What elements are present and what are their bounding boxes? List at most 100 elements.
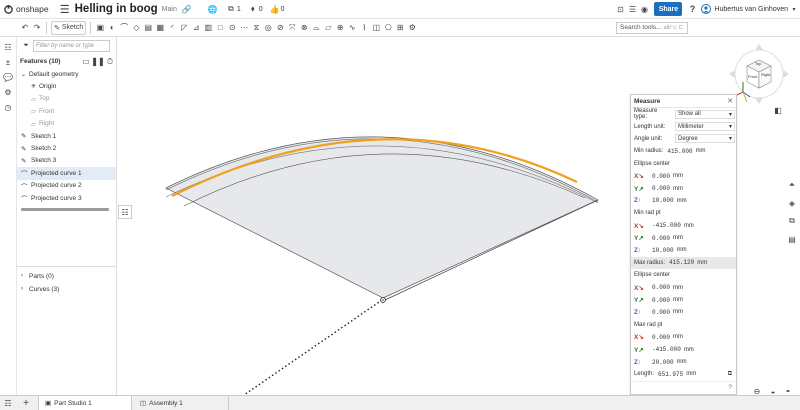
tab-assembly-1[interactable]: ◫ Assembly 1: [134, 396, 229, 410]
branch-label[interactable]: Main: [162, 6, 177, 13]
rotate-up-arrow-icon: [755, 44, 763, 50]
max-rad-pt-label: Max rad pt: [634, 321, 663, 328]
add-folder-icon[interactable]: ▭: [80, 56, 92, 68]
assistant-icon[interactable]: ⊡: [614, 3, 626, 15]
copy-icon[interactable]: ⧉: [728, 371, 732, 378]
bom-panel-icon[interactable]: ▤: [786, 233, 798, 245]
history-icon[interactable]: ◷: [2, 101, 14, 113]
max-radius-row[interactable]: Max radius: 415.120 mm: [631, 256, 736, 270]
globe-icon[interactable]: 🌐: [207, 3, 219, 15]
unit-label: mm: [673, 185, 684, 192]
shell-icon[interactable]: □: [215, 21, 225, 35]
feature-front-plane[interactable]: ▱ Front: [17, 105, 116, 117]
close-icon[interactable]: ✕: [727, 97, 733, 105]
curve-icon[interactable]: ⌇: [359, 21, 369, 35]
feature-projected-curve-1[interactable]: ⌒ Projected curve 1: [17, 167, 116, 180]
feature-top-plane[interactable]: ▱ Top: [17, 93, 116, 105]
likes-count: 0: [280, 5, 285, 13]
variables-icon[interactable]: ±: [2, 56, 14, 68]
comments-icon[interactable]: 💬: [2, 71, 14, 83]
feature-right-plane[interactable]: ▱ Right: [17, 118, 116, 130]
loft-icon[interactable]: ◇: [131, 21, 141, 35]
onshape-logo-icon: [4, 4, 13, 14]
chamfer-icon[interactable]: ◸: [179, 21, 189, 35]
help-icon[interactable]: ?: [686, 3, 698, 15]
custom-feature-icon[interactable]: ⚙: [407, 21, 417, 35]
user-menu-chevron-icon[interactable]: ▾: [788, 3, 800, 15]
unit-label: mm: [676, 247, 687, 254]
feature-projected-curve-3[interactable]: ⌒ Projected curve 3: [17, 192, 116, 204]
search-tools-input[interactable]: Search tools... alt/⌥ C: [616, 21, 688, 34]
parts-list[interactable]: › Parts (0): [17, 270, 117, 282]
tab-manager-icon[interactable]: ☶: [2, 397, 14, 409]
menu-icon[interactable]: ☰: [59, 3, 71, 16]
transform-icon[interactable]: ⤧: [287, 21, 297, 35]
onshape-logo[interactable]: onshape: [4, 4, 49, 14]
help-icon[interactable]: ?: [728, 384, 732, 391]
undo-icon[interactable]: ↶: [20, 21, 30, 35]
insert-tab-icon[interactable]: +: [20, 397, 32, 409]
draft-icon[interactable]: ⊿: [191, 21, 201, 35]
mate-connector-icon[interactable]: ⊕: [335, 21, 345, 35]
rollback-bar[interactable]: [21, 208, 109, 212]
length-unit-select[interactable]: Millimeter ▾: [675, 122, 735, 132]
mirror-icon[interactable]: ⧖: [251, 21, 261, 35]
plane-icon[interactable]: ▱: [323, 21, 333, 35]
curved-ramp-face[interactable]: [165, 136, 599, 299]
unit-label: mm: [673, 297, 684, 304]
user-avatar-icon[interactable]: [700, 3, 712, 15]
configurations-icon[interactable]: ⚙: [2, 86, 14, 98]
helix-icon[interactable]: ∿: [347, 21, 357, 35]
feature-origin[interactable]: ✳ Origin: [17, 80, 116, 92]
surface-icon[interactable]: ◫: [371, 21, 381, 35]
document-title[interactable]: Helling in boog: [75, 3, 158, 15]
sweep-icon[interactable]: ⌒: [119, 21, 129, 35]
tasks-icon[interactable]: ☰: [626, 3, 638, 15]
mass-properties-icon[interactable]: ⧉: [786, 215, 798, 227]
like-icon[interactable]: 👍: [269, 3, 281, 15]
boolean-icon[interactable]: ◎: [263, 21, 273, 35]
curves-list[interactable]: › Curves (3): [17, 283, 117, 295]
versions-icon[interactable]: ⧉: [225, 3, 237, 15]
share-button[interactable]: Share: [654, 2, 683, 16]
extrude-icon[interactable]: ▣: [95, 21, 105, 35]
feature-default-geometry[interactable]: ⌄ Default geometry: [17, 68, 116, 80]
feature-sketch-1[interactable]: ✎ Sketch 1: [17, 130, 116, 142]
fillet-icon[interactable]: ◜: [167, 21, 177, 35]
feature-sketch-3[interactable]: ✎ Sketch 3: [17, 155, 116, 167]
thicken-icon[interactable]: ▤: [143, 21, 153, 35]
hole-icon[interactable]: ⊙: [227, 21, 237, 35]
delete-part-icon[interactable]: ⊗: [299, 21, 309, 35]
sketch-button[interactable]: ✎ Sketch: [51, 20, 87, 35]
feature-label: Front: [39, 107, 55, 115]
app-store-icon[interactable]: ◉: [638, 3, 650, 15]
part-properties-icon[interactable]: ◈: [786, 197, 798, 209]
tab-bar: ☶ + ▣ Part Studio 1 ◫ Assembly 1: [0, 395, 800, 410]
tags-icon[interactable]: ⬧: [247, 3, 259, 15]
linear-pattern-icon[interactable]: ⋯: [239, 21, 249, 35]
revolve-icon[interactable]: ◐: [107, 21, 117, 35]
feature-sketch-2[interactable]: ✎ Sketch 2: [17, 142, 116, 154]
sheet-metal-icon[interactable]: ⎔: [383, 21, 393, 35]
frame-icon[interactable]: ⊞: [395, 21, 405, 35]
user-name[interactable]: Hubertus van Ginhoven: [714, 6, 788, 13]
modify-fillet-icon[interactable]: ⌓: [311, 21, 321, 35]
feature-projected-curve-2[interactable]: ⌒ Projected curve 2: [17, 180, 116, 192]
feature-list-icon[interactable]: ☷: [2, 41, 14, 53]
split-icon[interactable]: ⊘: [275, 21, 285, 35]
redo-icon[interactable]: ↷: [32, 21, 42, 35]
ellipse-center-z: 10.000: [652, 197, 674, 205]
enclose-icon[interactable]: ▦: [155, 21, 165, 35]
rotate-right-arrow-icon: [783, 70, 789, 78]
rib-icon[interactable]: ▥: [203, 21, 213, 35]
tab-part-studio-1[interactable]: ▣ Part Studio 1: [38, 396, 132, 410]
appearance-panel-icon[interactable]: ⏶: [786, 179, 798, 191]
timer-icon[interactable]: ⏱: [104, 56, 116, 68]
link-icon[interactable]: 🔗: [181, 3, 193, 15]
feature-filter-input[interactable]: Filter by name or type: [33, 40, 110, 52]
measure-type-select[interactable]: Show all ▾: [675, 109, 735, 119]
origin-marker-icon[interactable]: [380, 297, 386, 303]
angle-unit-select[interactable]: Degree ▾: [675, 134, 735, 144]
view-options-icon[interactable]: ◧: [772, 104, 784, 116]
pause-icon[interactable]: ❚❚: [91, 56, 104, 68]
